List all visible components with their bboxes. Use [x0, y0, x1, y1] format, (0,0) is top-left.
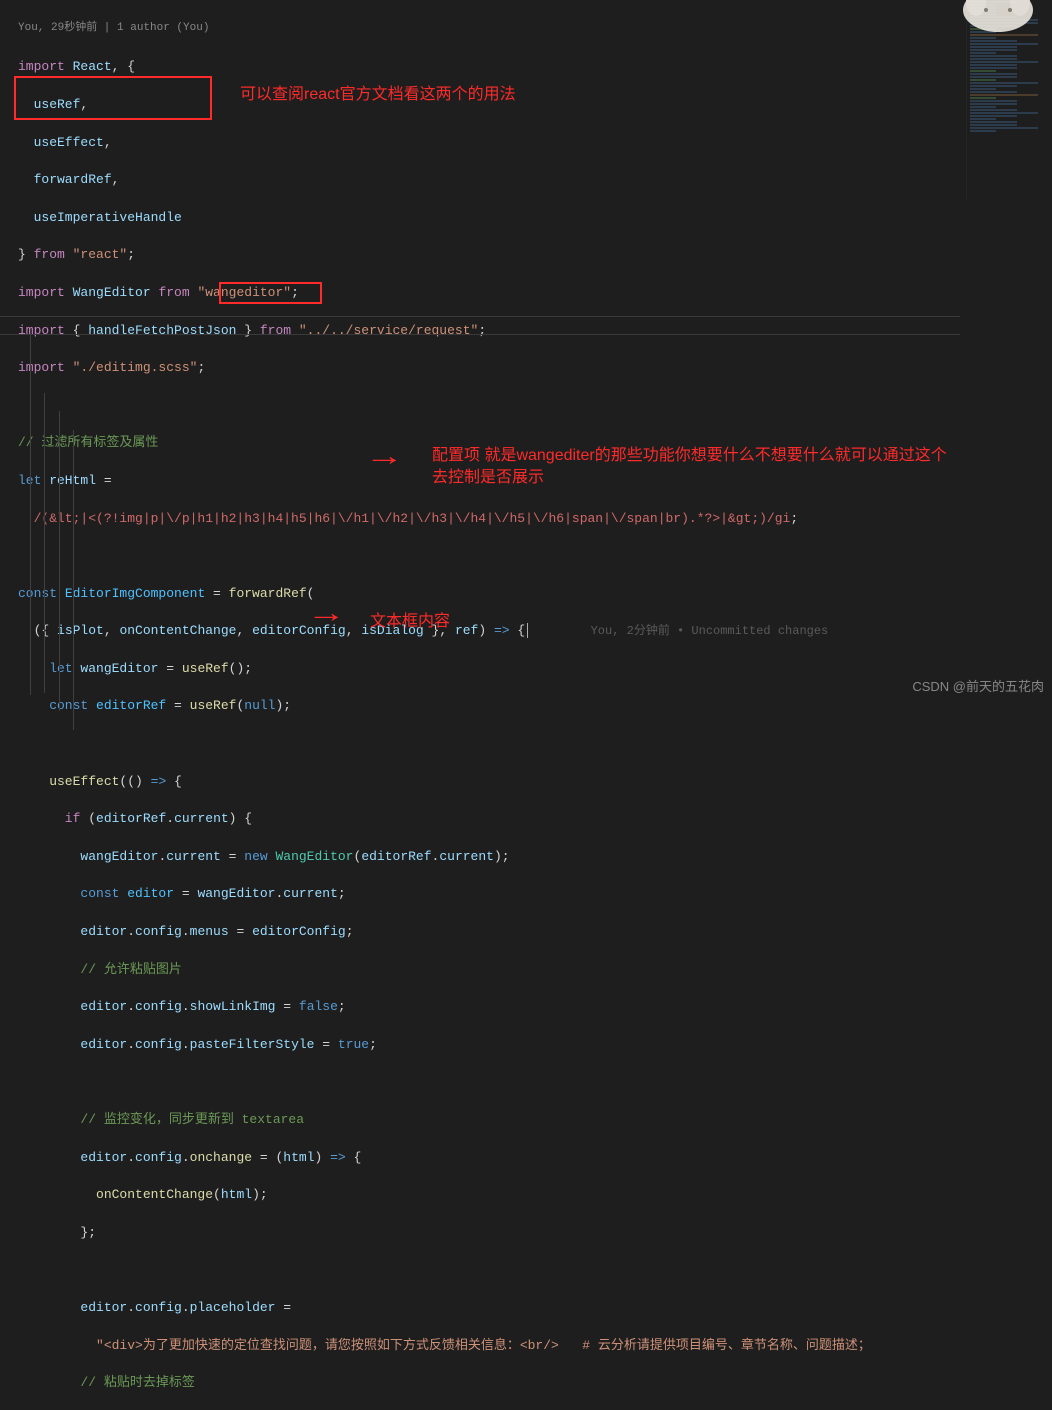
code-line[interactable]: import React, {: [18, 58, 1052, 77]
code-line[interactable]: editor.config.placeholder =: [18, 1299, 1052, 1318]
code-line[interactable]: ({ isPlot, onContentChange, editorConfig…: [18, 622, 1052, 641]
code-line[interactable]: editor.config.showLinkImg = false;: [18, 998, 1052, 1017]
code-line[interactable]: };: [18, 1224, 1052, 1243]
code-line[interactable]: editor.config.onchange = (html) => {: [18, 1149, 1052, 1168]
git-blame-inline: You, 2分钟前 • Uncommitted changes: [591, 624, 829, 638]
code-editor[interactable]: You, 29秒钟前 | 1 author (You) import React…: [0, 0, 1052, 1410]
code-line[interactable]: useEffect,: [18, 134, 1052, 153]
code-line[interactable]: [18, 1261, 1052, 1280]
code-line[interactable]: const editor = wangEditor.current;: [18, 885, 1052, 904]
code-line[interactable]: "<div>为了更加快速的定位查找问题，请您按照如下方式反馈相关信息：<br/>…: [18, 1337, 1052, 1356]
code-line[interactable]: import { handleFetchPostJson } from "../…: [18, 322, 1052, 341]
code-line[interactable]: [18, 397, 1052, 416]
code-line[interactable]: [18, 547, 1052, 566]
code-line[interactable]: [18, 1073, 1052, 1092]
code-line[interactable]: import "./editimg.scss";: [18, 359, 1052, 378]
code-line[interactable]: [18, 735, 1052, 754]
code-line[interactable]: } from "react";: [18, 246, 1052, 265]
code-line[interactable]: // 监控变化，同步更新到 textarea: [18, 1111, 1052, 1130]
code-line[interactable]: wangEditor.current = new WangEditor(edit…: [18, 848, 1052, 867]
code-line[interactable]: useEffect(() => {: [18, 773, 1052, 792]
code-line[interactable]: useRef,: [18, 96, 1052, 115]
code-line[interactable]: useImperativeHandle: [18, 209, 1052, 228]
codelens-info[interactable]: You, 29秒钟前 | 1 author (You): [18, 19, 1052, 38]
code-line[interactable]: const editorRef = useRef(null);: [18, 697, 1052, 716]
code-line[interactable]: import WangEditor from "wangeditor";: [18, 284, 1052, 303]
code-line[interactable]: let reHtml =: [18, 472, 1052, 491]
code-line[interactable]: onContentChange(html);: [18, 1186, 1052, 1205]
decorative-mascot-icon: [928, 0, 1048, 40]
code-line[interactable]: editor.config.pasteFilterStyle = true;: [18, 1036, 1052, 1055]
code-line[interactable]: // 过滤所有标签及属性: [18, 434, 1052, 453]
code-line[interactable]: editor.config.menus = editorConfig;: [18, 923, 1052, 942]
text-cursor: [527, 623, 528, 638]
code-line[interactable]: // 粘贴时去掉标签: [18, 1374, 1052, 1393]
watermark: CSDN @前天的五花肉: [912, 678, 1044, 697]
code-line[interactable]: // 允许粘贴图片: [18, 961, 1052, 980]
code-line[interactable]: /(&lt;|<(?!img|p|\/p|h1|h2|h3|h4|h5|h6|\…: [18, 510, 1052, 529]
code-line[interactable]: let wangEditor = useRef();: [18, 660, 1052, 679]
code-line[interactable]: const EditorImgComponent = forwardRef(: [18, 585, 1052, 604]
code-line[interactable]: if (editorRef.current) {: [18, 810, 1052, 829]
code-line[interactable]: forwardRef,: [18, 171, 1052, 190]
